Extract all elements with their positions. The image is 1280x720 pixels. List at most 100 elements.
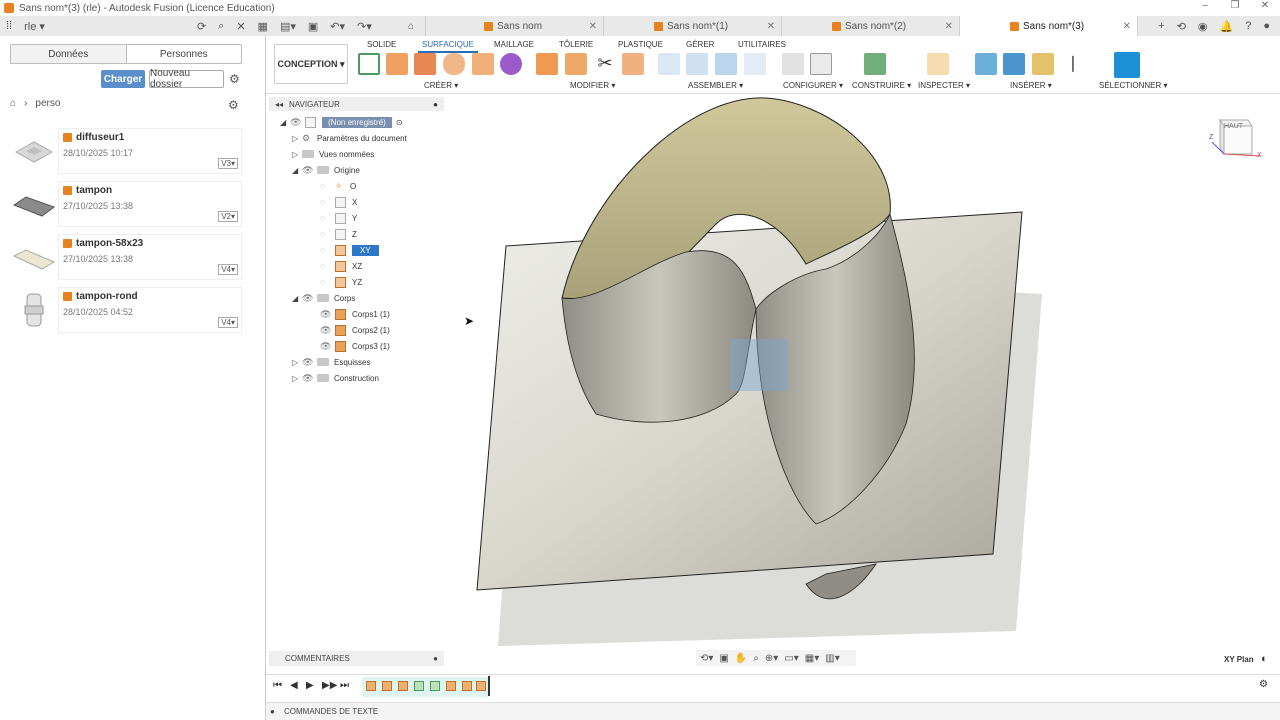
pin-icon[interactable]: ●: [433, 100, 438, 109]
construct-plane-icon[interactable]: [864, 53, 886, 75]
undo-icon[interactable]: ↶▾: [330, 20, 345, 33]
data-panel-icon[interactable]: ▦: [258, 20, 268, 33]
tab-sans-nom-2[interactable]: Sans nom*(2) ✕: [782, 16, 960, 36]
display-settings-icon[interactable]: ▭▾: [784, 653, 798, 664]
visibility-icon[interactable]: 👁: [290, 117, 302, 128]
loft-icon[interactable]: [443, 53, 465, 75]
model-render[interactable]: [266, 94, 1280, 674]
group-assembler[interactable]: ASSEMBLER ▾: [688, 81, 743, 90]
visibility-icon[interactable]: ◌: [320, 197, 332, 207]
viewports-icon[interactable]: ▥▾: [825, 653, 839, 664]
joint-origin-icon[interactable]: [744, 53, 766, 75]
group-selectionner[interactable]: SÉLECTIONNER ▾: [1099, 81, 1167, 90]
timeline-feature[interactable]: [398, 681, 408, 691]
visibility-icon[interactable]: 👁: [302, 165, 314, 176]
refresh-icon[interactable]: ⟳: [197, 20, 206, 33]
viewcube[interactable]: HAUT Z X: [1209, 112, 1262, 162]
go-to-end-icon[interactable]: ⏭: [340, 680, 349, 691]
tab-plastique[interactable]: PLASTIQUE: [618, 40, 663, 49]
go-to-start-icon[interactable]: ⏮: [273, 680, 282, 691]
pan-icon[interactable]: ✋: [735, 653, 747, 664]
visibility-icon[interactable]: ◌: [320, 229, 332, 239]
configure-icon[interactable]: [782, 53, 804, 75]
file-item[interactable]: tampon-rond 28/10/2025 04:52 V4▾: [10, 287, 242, 333]
insert-derive-icon[interactable]: [975, 53, 997, 75]
form-icon[interactable]: [500, 53, 522, 75]
trim-icon[interactable]: [565, 53, 587, 75]
play-icon[interactable]: ▶: [306, 680, 314, 691]
tab-sans-nom-3[interactable]: Sans nom*(3) ✕: [960, 16, 1138, 36]
tab-surfacique[interactable]: SURFACIQUE: [417, 40, 479, 53]
new-component-icon[interactable]: [686, 53, 708, 75]
file-item[interactable]: tampon 27/10/2025 13:38 V2▾: [10, 181, 242, 227]
timeline-feature[interactable]: [446, 681, 456, 691]
orbit-icon[interactable]: ⟲▾: [700, 653, 713, 664]
new-folder-button[interactable]: Nouveau dossier: [149, 68, 224, 90]
file-item[interactable]: diffuseur1 28/10/2025 10:17 V3▾: [10, 128, 242, 174]
collapse-icon[interactable]: ◂◂: [275, 100, 283, 109]
timeline-feature[interactable]: [476, 681, 486, 691]
tab-maillage[interactable]: MAILLAGE: [494, 40, 534, 49]
group-inspecter[interactable]: INSPECTER ▾: [918, 81, 970, 90]
maximize-icon[interactable]: ❐: [1220, 0, 1250, 11]
3d-viewport[interactable]: [266, 94, 1280, 674]
tree-item-axis-x[interactable]: ◌ X: [320, 195, 357, 209]
tree-item-body-1[interactable]: 👁 Corps1 (1): [320, 307, 390, 321]
file-item[interactable]: tampon-58x23 27/10/2025 13:38 V4▾: [10, 234, 242, 280]
activate-icon[interactable]: ⊙: [396, 118, 403, 127]
visibility-icon[interactable]: 👁: [302, 293, 314, 304]
close-tab-icon[interactable]: ✕: [1123, 21, 1131, 32]
notifications-icon[interactable]: 🔔: [1220, 20, 1234, 33]
tab-gerer[interactable]: GÉRER: [686, 40, 714, 49]
group-inserer[interactable]: INSÉRER ▾: [1010, 81, 1052, 90]
segment-data[interactable]: Données: [11, 45, 127, 63]
tree-item-sketches[interactable]: ▷ 👁 Esquisses: [292, 355, 370, 369]
account-menu[interactable]: rle ▾: [24, 20, 45, 33]
comments-panel[interactable]: COMMENTAIRES ●: [269, 651, 444, 666]
ruled-icon[interactable]: [472, 53, 494, 75]
tree-item-body-2[interactable]: 👁 Corps2 (1): [320, 323, 390, 337]
upload-button[interactable]: Charger: [101, 70, 145, 88]
visibility-icon[interactable]: 👁: [320, 309, 332, 320]
insert-mcmaster-icon[interactable]: ❘: [1062, 53, 1084, 75]
segment-people[interactable]: Personnes: [127, 45, 242, 63]
tree-item-origin[interactable]: ◢ 👁 Origine: [292, 163, 360, 177]
look-at-icon[interactable]: ▣: [719, 653, 728, 664]
tree-item-params[interactable]: ▷ ⚙ Paramètres du document: [292, 131, 407, 145]
file-menu-icon[interactable]: ▤▾: [280, 20, 296, 33]
timeline-marker[interactable]: [488, 676, 490, 696]
pin-icon[interactable]: ●: [433, 654, 438, 663]
new-tab-icon[interactable]: +: [1158, 20, 1164, 33]
close-tab-icon[interactable]: ✕: [589, 21, 597, 32]
expand-icon[interactable]: ▷: [292, 358, 302, 367]
version-badge[interactable]: V4▾: [218, 317, 238, 328]
visibility-icon[interactable]: 👁: [302, 357, 314, 368]
tree-item-axis-y[interactable]: ◌ Y: [320, 211, 357, 225]
expand-icon[interactable]: ◢: [280, 118, 290, 127]
expand-icon[interactable]: ▷: [292, 374, 302, 383]
gear-icon[interactable]: ⚙: [229, 72, 240, 86]
navigator-header[interactable]: ◂◂ NAVIGATEUR ●: [269, 97, 444, 111]
group-configurer[interactable]: CONFIGURER ▾: [783, 81, 843, 90]
tree-item-bodies[interactable]: ◢ 👁 Corps: [292, 291, 355, 305]
visibility-icon[interactable]: ◌: [320, 213, 332, 223]
group-construire[interactable]: CONSTRUIRE ▾: [852, 81, 911, 90]
tree-item-views[interactable]: ▷ Vues nommées: [292, 147, 374, 161]
measure-icon[interactable]: [927, 53, 949, 75]
scissors-icon[interactable]: ✂: [594, 53, 616, 75]
search-icon[interactable]: ⌕: [218, 20, 224, 33]
breadcrumb-folder[interactable]: perso: [35, 98, 60, 109]
close-panel-icon[interactable]: ✕: [236, 20, 245, 33]
tab-tolerie[interactable]: TÔLERIE: [559, 40, 593, 49]
tab-sans-nom-1[interactable]: Sans nom*(1) ✕: [604, 16, 782, 36]
timeline-feature[interactable]: [366, 681, 376, 691]
tree-item-construction[interactable]: ▷ 👁 Construction: [292, 371, 379, 385]
create-sketch-icon[interactable]: [358, 53, 380, 75]
thicken-icon[interactable]: [622, 53, 644, 75]
timeline-feature[interactable]: [414, 681, 424, 691]
fit-icon[interactable]: ⊕▾: [765, 653, 778, 664]
insert-image-icon[interactable]: [1003, 53, 1025, 75]
avatar[interactable]: ●: [1263, 20, 1270, 33]
tree-item-plane-yz[interactable]: ◌ YZ: [320, 275, 362, 289]
tab-sans-nom[interactable]: Sans nom ✕: [426, 16, 604, 36]
